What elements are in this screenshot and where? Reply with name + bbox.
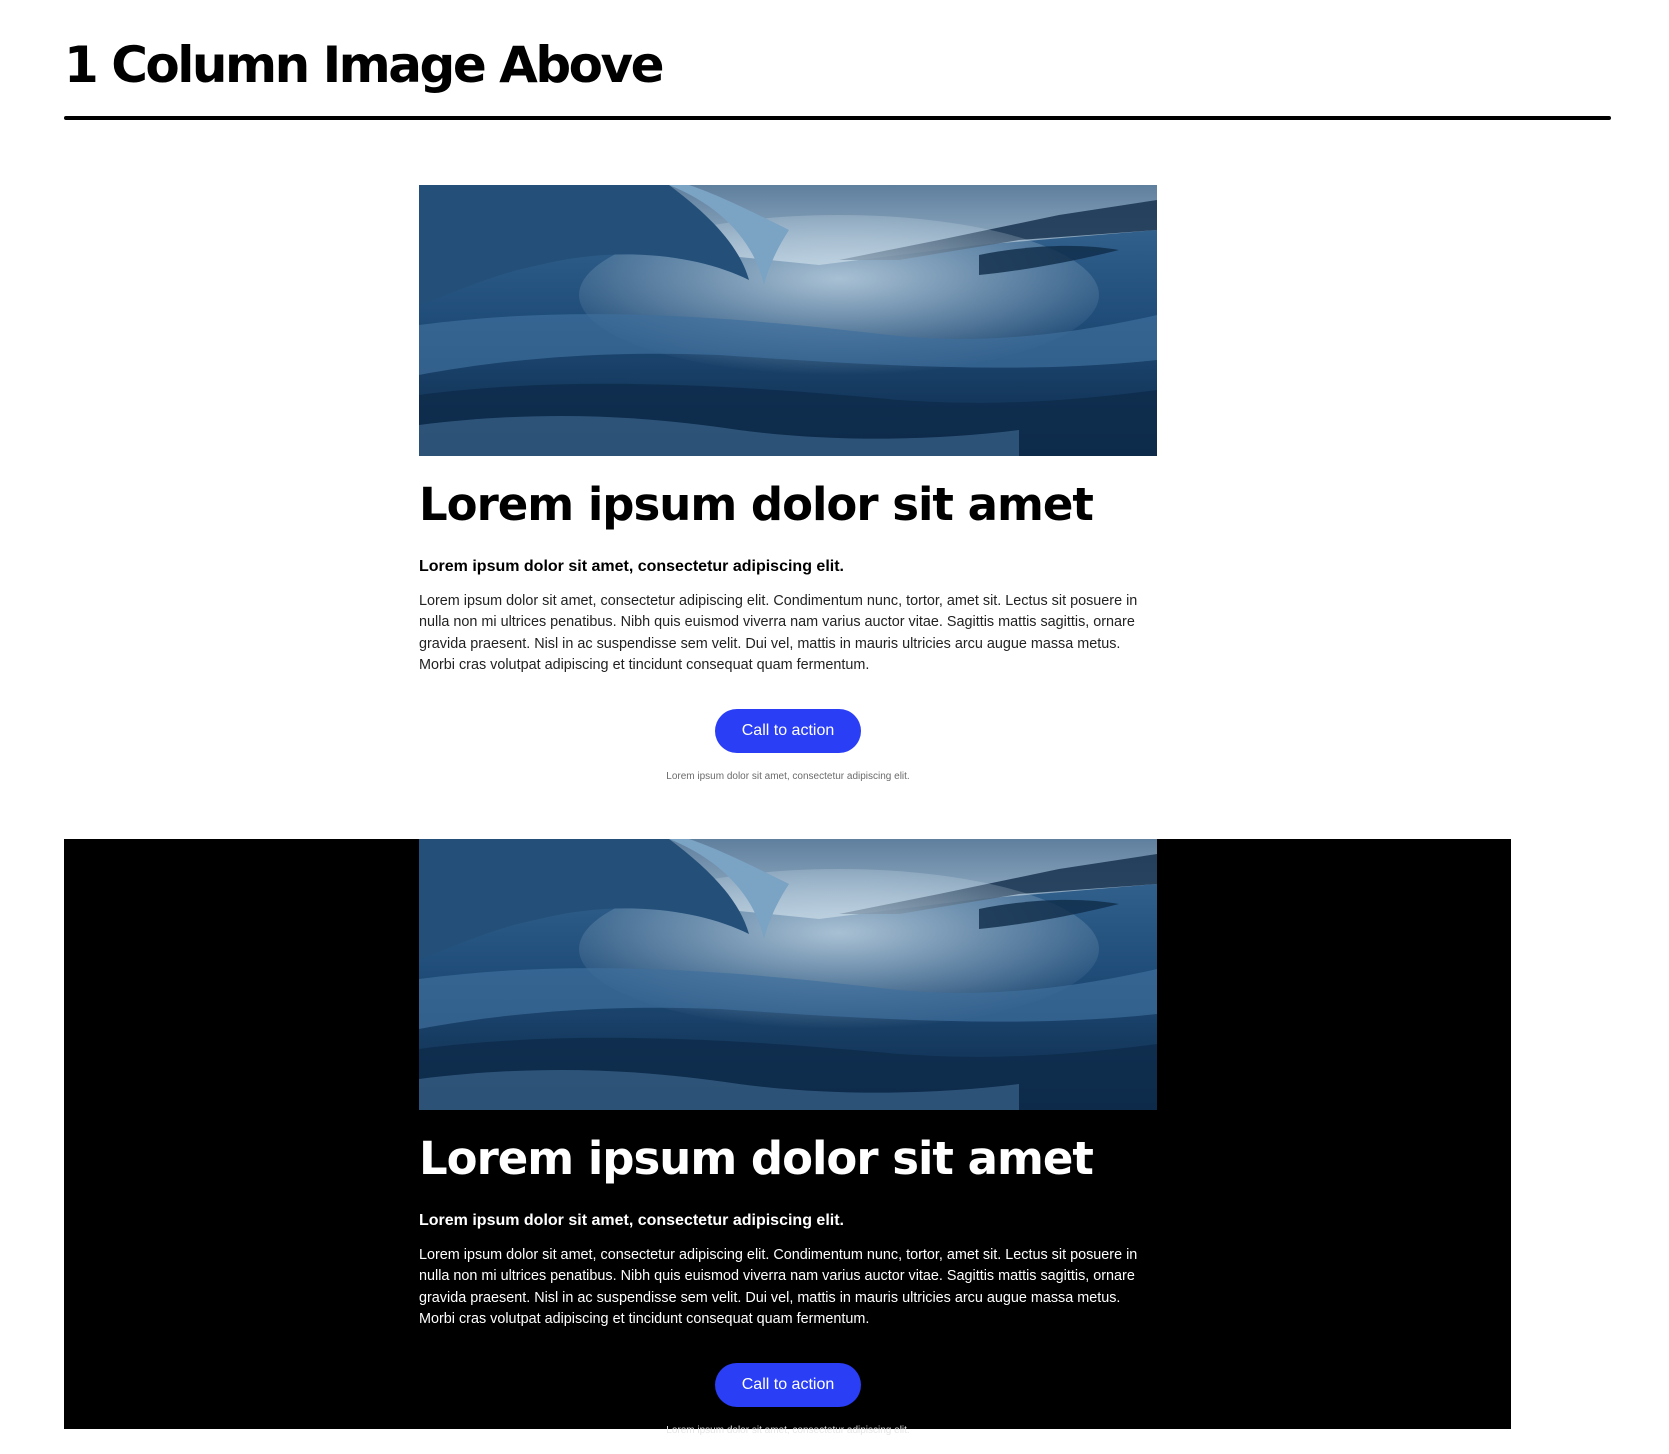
page: 1 Column Image Above Lorem ipsum dolor s… bbox=[0, 0, 1669, 1454]
section-subheading: Lorem ipsum dolor sit amet, consectetur … bbox=[419, 558, 844, 575]
title-divider bbox=[64, 116, 1611, 120]
light-content-section: Lorem ipsum dolor sit amet Lorem ipsum d… bbox=[64, 185, 1511, 785]
call-to-action-button[interactable]: Call to action bbox=[715, 1363, 861, 1408]
cta-container: Call to action bbox=[419, 709, 1157, 754]
section-body: Lorem ipsum dolor sit amet, consectetur … bbox=[419, 593, 1138, 673]
content-card: Lorem ipsum dolor sit amet Lorem ipsum d… bbox=[419, 839, 1157, 1438]
fine-print: Lorem ipsum dolor sit amet, consectetur … bbox=[666, 771, 910, 783]
call-to-action-button[interactable]: Call to action bbox=[715, 709, 861, 754]
content-card: Lorem ipsum dolor sit amet Lorem ipsum d… bbox=[419, 185, 1157, 784]
section-body: Lorem ipsum dolor sit amet, consectetur … bbox=[419, 1247, 1138, 1327]
section-heading: Lorem ipsum dolor sit amet bbox=[419, 1132, 1094, 1185]
page-title: 1 Column Image Above bbox=[64, 36, 664, 94]
section-heading: Lorem ipsum dolor sit amet bbox=[419, 478, 1094, 531]
ocean-wave-image bbox=[419, 185, 1157, 456]
cta-container: Call to action bbox=[419, 1363, 1157, 1408]
ocean-wave-image bbox=[419, 839, 1157, 1110]
fine-print: Lorem ipsum dolor sit amet, consectetur … bbox=[666, 1425, 910, 1437]
section-subheading: Lorem ipsum dolor sit amet, consectetur … bbox=[419, 1212, 844, 1229]
dark-content-section: Lorem ipsum dolor sit amet Lorem ipsum d… bbox=[64, 839, 1511, 1436]
